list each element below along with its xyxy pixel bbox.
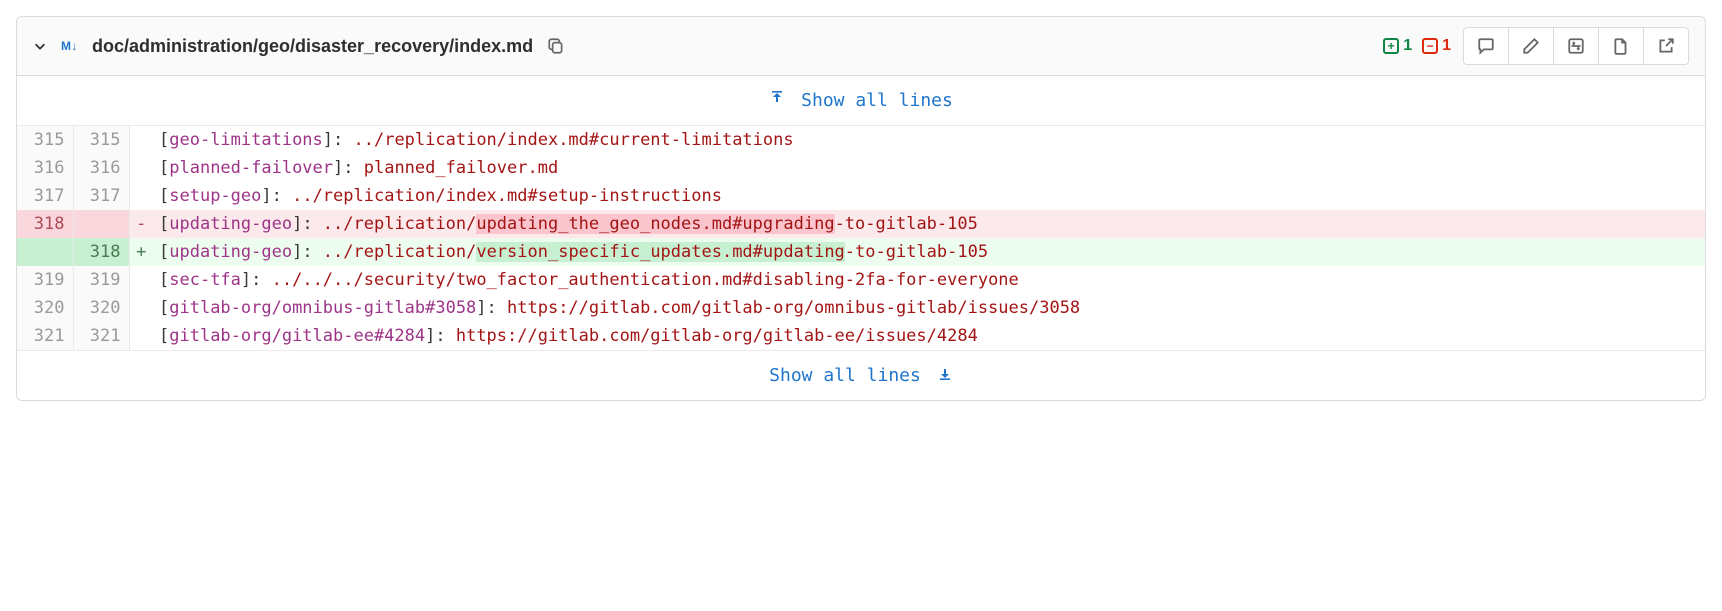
minus-box-icon: −	[1422, 38, 1438, 54]
diff-line-context: 321321 [gitlab-org/gitlab-ee#4284]: http…	[17, 322, 1705, 350]
diff-sign	[129, 126, 153, 154]
diff-sign: -	[129, 210, 153, 238]
diff-line-addition: 318+[updating-geo]: ../replication/versi…	[17, 238, 1705, 266]
copy-path-icon[interactable]	[547, 37, 565, 55]
additions-number: 1	[1403, 37, 1412, 55]
collapse-toggle[interactable]	[33, 39, 47, 53]
line-number-new[interactable]: 318	[73, 238, 129, 266]
file-header-left: M↓ doc/administration/geo/disaster_recov…	[33, 36, 1371, 57]
diff-code[interactable]: [setup-geo]: ../replication/index.md#set…	[153, 182, 1705, 210]
diff-code[interactable]: [updating-geo]: ../replication/version_s…	[153, 238, 1705, 266]
diff-sign	[129, 322, 153, 350]
line-number-new[interactable]: 320	[73, 294, 129, 322]
plus-box-icon: +	[1383, 38, 1399, 54]
file-toolbar	[1463, 27, 1689, 65]
diff-sign: +	[129, 238, 153, 266]
diff-code[interactable]: [updating-geo]: ../replication/updating_…	[153, 210, 1705, 238]
diff-file: M↓ doc/administration/geo/disaster_recov…	[16, 16, 1706, 401]
expand-top-label: Show all lines	[801, 90, 953, 111]
diff-table: 315315 [geo-limitations]: ../replication…	[17, 126, 1705, 350]
diff-code[interactable]: [gitlab-org/omnibus-gitlab#3058]: https:…	[153, 294, 1705, 322]
line-number-new[interactable]: 321	[73, 322, 129, 350]
diff-line-context: 315315 [geo-limitations]: ../replication…	[17, 126, 1705, 154]
diff-line-deletion: 318 -[updating-geo]: ../replication/updat…	[17, 210, 1705, 238]
expand-lines-bottom[interactable]: Show all lines	[17, 350, 1705, 400]
view-file-button[interactable]	[1598, 27, 1644, 65]
line-number-old[interactable]: 317	[17, 182, 73, 210]
line-number-new[interactable]: 315	[73, 126, 129, 154]
line-number-old[interactable]: 316	[17, 154, 73, 182]
line-number-new[interactable]: 317	[73, 182, 129, 210]
expand-down-icon	[937, 365, 953, 386]
diff-sign	[129, 182, 153, 210]
diff-code[interactable]: [planned-failover]: planned_failover.md	[153, 154, 1705, 182]
diff-sign	[129, 266, 153, 294]
line-number-old[interactable]: 318	[17, 210, 73, 238]
line-number-old[interactable]: 320	[17, 294, 73, 322]
external-link-button[interactable]	[1643, 27, 1689, 65]
deletions-count: − 1	[1422, 37, 1451, 55]
line-number-new[interactable]	[73, 210, 129, 238]
expand-lines-top[interactable]: Show all lines	[17, 76, 1705, 126]
line-number-old[interactable]: 315	[17, 126, 73, 154]
diff-line-context: 319319 [sec-tfa]: ../../../security/two_…	[17, 266, 1705, 294]
markdown-badge-icon: M↓	[61, 39, 78, 53]
expand-bottom-label: Show all lines	[769, 365, 921, 386]
diff-sign	[129, 294, 153, 322]
line-number-old[interactable]: 321	[17, 322, 73, 350]
diff-line-context: 320320 [gitlab-org/omnibus-gitlab#3058]:…	[17, 294, 1705, 322]
diff-sign	[129, 154, 153, 182]
compare-button[interactable]	[1553, 27, 1599, 65]
file-path[interactable]: doc/administration/geo/disaster_recovery…	[92, 36, 533, 57]
deletions-number: 1	[1442, 37, 1451, 55]
diff-line-context: 317317 [setup-geo]: ../replication/index…	[17, 182, 1705, 210]
line-number-new[interactable]: 316	[73, 154, 129, 182]
expand-up-icon	[769, 90, 785, 111]
diff-line-context: 316316 [planned-failover]: planned_failo…	[17, 154, 1705, 182]
file-header: M↓ doc/administration/geo/disaster_recov…	[17, 17, 1705, 76]
edit-button[interactable]	[1508, 27, 1554, 65]
additions-count: + 1	[1383, 37, 1412, 55]
line-number-old[interactable]	[17, 238, 73, 266]
line-number-old[interactable]: 319	[17, 266, 73, 294]
line-number-new[interactable]: 319	[73, 266, 129, 294]
diff-code[interactable]: [gitlab-org/gitlab-ee#4284]: https://git…	[153, 322, 1705, 350]
comment-button[interactable]	[1463, 27, 1509, 65]
diff-stats: + 1 − 1	[1383, 37, 1451, 55]
diff-code[interactable]: [sec-tfa]: ../../../security/two_factor_…	[153, 266, 1705, 294]
diff-code[interactable]: [geo-limitations]: ../replication/index.…	[153, 126, 1705, 154]
